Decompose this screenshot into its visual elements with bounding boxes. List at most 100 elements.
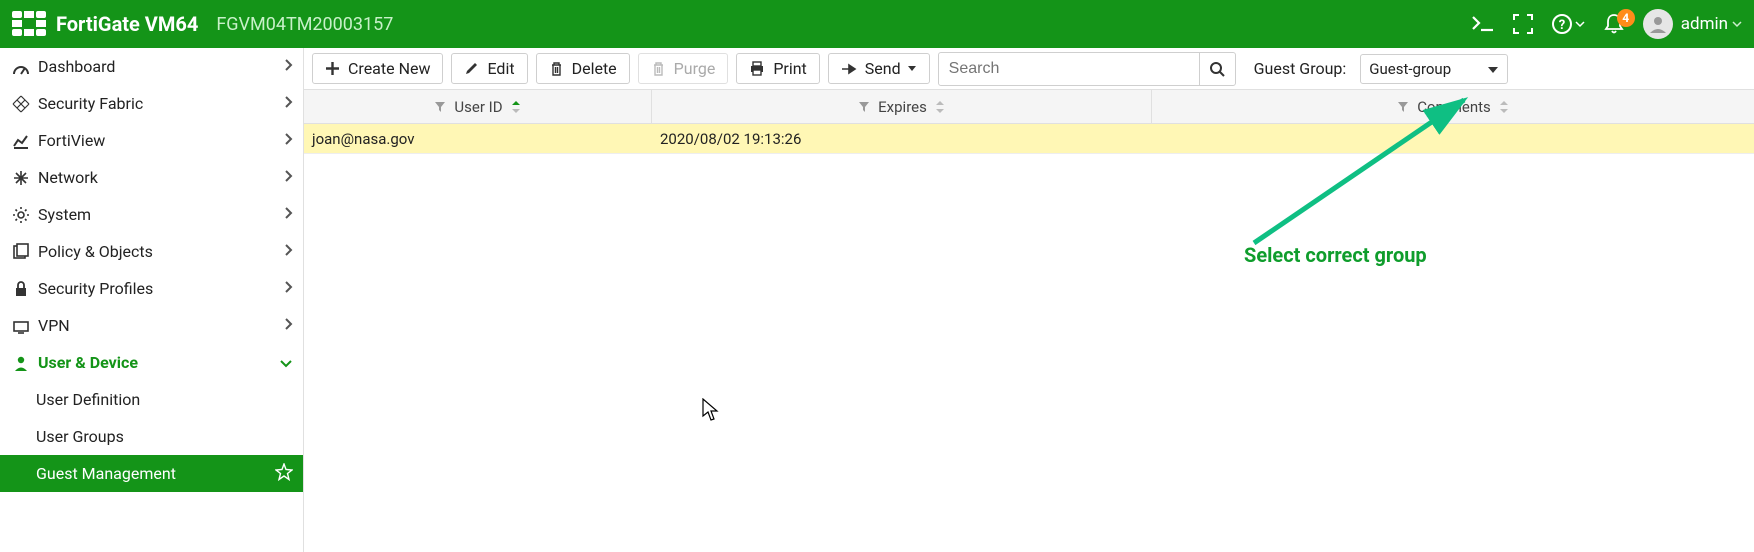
send-button[interactable]: Send — [828, 53, 930, 84]
chevron-down-icon — [279, 353, 293, 372]
sidebar-label: System — [38, 205, 91, 224]
sidebar-sub-label: User Definition — [36, 390, 140, 409]
search-wrap — [938, 52, 1236, 86]
brand-logo: FortiGate VM64 — [12, 11, 198, 37]
search-button[interactable] — [1199, 53, 1235, 85]
sidebar-item-user-device[interactable]: User & Device — [0, 344, 303, 381]
sidebar-sub-label: User Groups — [36, 427, 124, 446]
vpn-icon — [10, 317, 32, 335]
fortigate-logo-icon — [12, 11, 46, 37]
column-label: User ID — [454, 98, 502, 116]
search-input[interactable] — [939, 54, 1199, 84]
print-icon — [749, 61, 765, 76]
user-caret-icon[interactable] — [1732, 19, 1742, 29]
fabric-icon — [10, 95, 32, 113]
send-icon — [841, 62, 857, 76]
sidebar: Dashboard Security Fabric FortiView Netw… — [0, 48, 304, 552]
cell-userid: joan@nasa.gov — [304, 130, 652, 148]
network-icon — [10, 169, 32, 187]
sidebar-item-fortiview[interactable]: FortiView — [0, 122, 303, 159]
trash-icon — [651, 61, 666, 76]
sidebar-item-system[interactable]: System — [0, 196, 303, 233]
trash-icon — [549, 61, 564, 76]
topbar: FortiGate VM64 FGVM04TM20003157 ? 4 admi… — [0, 0, 1754, 48]
fullscreen-icon[interactable] — [1513, 14, 1533, 34]
chevron-right-icon — [283, 94, 293, 113]
sidebar-label: Security Profiles — [38, 279, 153, 298]
sidebar-sub-label: Guest Management — [36, 464, 176, 483]
lock-icon — [10, 280, 32, 298]
chevron-right-icon — [283, 279, 293, 298]
toolbar: Create New Edit Delete Purge Print Send — [304, 48, 1754, 90]
chevron-right-icon — [283, 316, 293, 335]
sidebar-label: Network — [38, 168, 98, 187]
sort-icon — [511, 100, 521, 114]
btn-label: Create New — [348, 59, 430, 78]
btn-label: Print — [773, 59, 806, 78]
annotation-text: Select correct group — [1244, 243, 1427, 267]
policy-icon — [10, 243, 32, 261]
cli-icon[interactable] — [1471, 15, 1495, 33]
sidebar-item-policy-objects[interactable]: Policy & Objects — [0, 233, 303, 270]
table-header: User ID Expires Comments — [304, 90, 1754, 124]
content: Create New Edit Delete Purge Print Send — [304, 48, 1754, 552]
guest-group-select[interactable]: Guest-group — [1360, 54, 1508, 84]
cell-expires: 2020/08/02 19:13:26 — [652, 130, 1152, 148]
sidebar-item-security-profiles[interactable]: Security Profiles — [0, 270, 303, 307]
search-icon — [1209, 61, 1225, 77]
filter-icon — [858, 101, 870, 113]
sidebar-label: Security Fabric — [38, 94, 143, 113]
guest-group-value: Guest-group — [1369, 60, 1451, 78]
sort-icon — [1499, 100, 1509, 114]
chevron-right-icon — [283, 205, 293, 224]
sidebar-label: VPN — [38, 316, 70, 335]
column-header-expires[interactable]: Expires — [652, 90, 1152, 123]
chart-icon — [10, 132, 32, 150]
column-label: Comments — [1417, 98, 1491, 116]
sidebar-sub-user-definition[interactable]: User Definition — [0, 381, 303, 418]
filter-icon — [434, 101, 446, 113]
guest-group-label: Guest Group: — [1254, 59, 1347, 78]
gear-icon — [10, 206, 32, 224]
sidebar-item-network[interactable]: Network — [0, 159, 303, 196]
user-icon — [10, 354, 32, 372]
caret-down-icon — [1487, 60, 1499, 78]
help-icon[interactable]: ? — [1551, 13, 1585, 35]
sidebar-label: FortiView — [38, 131, 105, 150]
btn-label: Send — [865, 59, 901, 78]
plus-icon — [325, 61, 340, 76]
filter-icon — [1397, 101, 1409, 113]
print-button[interactable]: Print — [736, 53, 819, 84]
sidebar-item-vpn[interactable]: VPN — [0, 307, 303, 344]
sort-icon — [935, 100, 945, 114]
sidebar-item-dashboard[interactable]: Dashboard — [0, 48, 303, 85]
star-icon[interactable] — [275, 463, 293, 485]
chevron-right-icon — [283, 168, 293, 187]
chevron-right-icon — [283, 242, 293, 261]
sidebar-sub-user-groups[interactable]: User Groups — [0, 418, 303, 455]
column-header-userid[interactable]: User ID — [304, 90, 652, 123]
table-row[interactable]: joan@nasa.gov 2020/08/02 19:13:26 — [304, 124, 1754, 154]
notification-badge: 4 — [1617, 9, 1635, 27]
chevron-right-icon — [283, 131, 293, 150]
purge-button: Purge — [638, 53, 729, 84]
sidebar-item-security-fabric[interactable]: Security Fabric — [0, 85, 303, 122]
chevron-right-icon — [283, 57, 293, 76]
create-new-button[interactable]: Create New — [312, 53, 443, 84]
mouse-cursor-icon — [702, 398, 720, 422]
sidebar-sub-guest-management[interactable]: Guest Management — [0, 455, 303, 492]
edit-button[interactable]: Edit — [451, 53, 527, 84]
brand-title: FortiGate VM64 — [56, 12, 198, 36]
username[interactable]: admin — [1681, 14, 1728, 34]
btn-label: Edit — [487, 59, 514, 78]
delete-button[interactable]: Delete — [536, 53, 630, 84]
sidebar-label: Policy & Objects — [38, 242, 153, 261]
avatar[interactable] — [1643, 9, 1673, 39]
notification-bell-icon[interactable]: 4 — [1603, 13, 1625, 35]
btn-label: Delete — [572, 59, 617, 78]
column-label: Expires — [878, 98, 927, 116]
column-header-comments[interactable]: Comments — [1152, 90, 1754, 123]
dashboard-icon — [10, 58, 32, 76]
sidebar-label: Dashboard — [38, 57, 115, 76]
sidebar-label: User & Device — [38, 353, 138, 372]
